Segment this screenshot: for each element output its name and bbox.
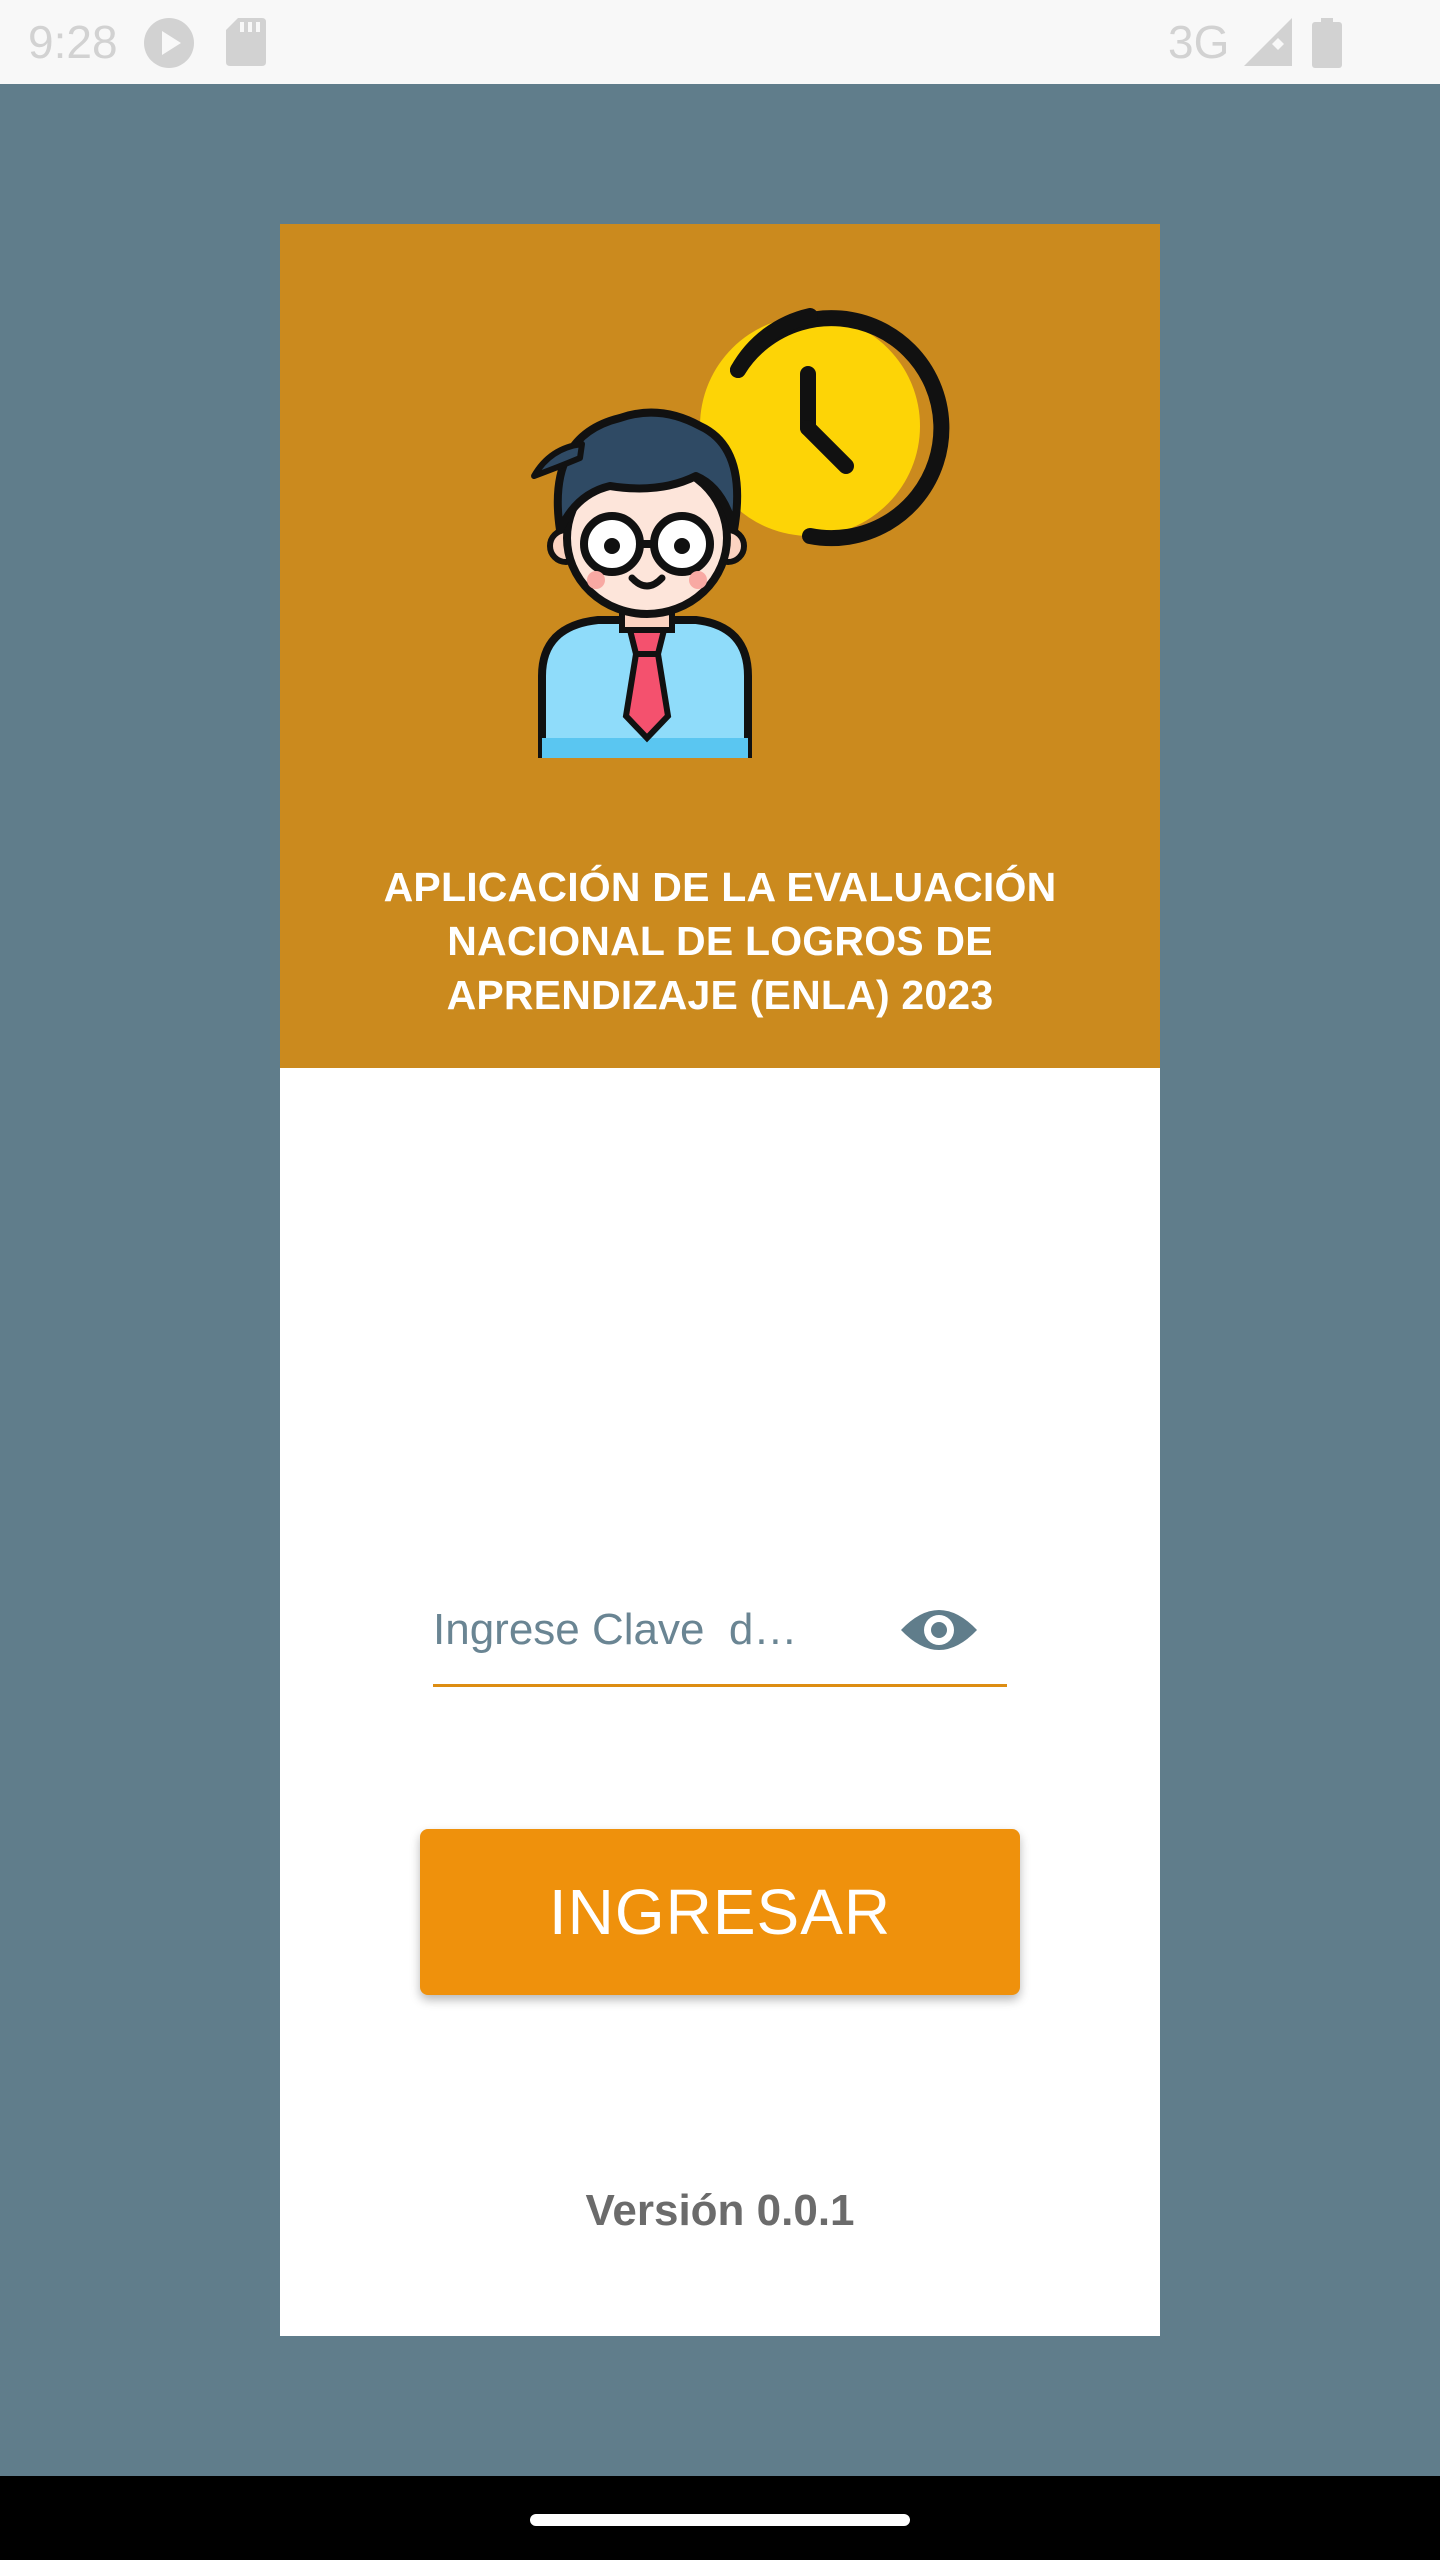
signal-icon <box>1244 18 1292 71</box>
version-label: Versión 0.0.1 <box>585 2186 855 2235</box>
password-input[interactable] <box>433 1590 853 1670</box>
app-title: APLICACIÓN DE LA EVALUACIÓN NACIONAL DE … <box>383 864 1057 1018</box>
status-bar: 9:28 3G <box>0 0 1440 84</box>
navigation-bar <box>0 2476 1440 2560</box>
login-button[interactable]: INGRESAR <box>420 1829 1020 1995</box>
card-header: APLICACIÓN DE LA EVALUACIÓN NACIONAL DE … <box>280 224 1160 1068</box>
home-handle[interactable] <box>530 2514 910 2526</box>
play-icon <box>140 18 198 73</box>
network-type: 3G <box>1168 16 1230 68</box>
eye-icon[interactable] <box>895 1590 983 1670</box>
login-card: APLICACIÓN DE LA EVALUACIÓN NACIONAL DE … <box>280 224 1160 2336</box>
sd-card-icon <box>226 18 266 71</box>
password-field <box>433 1576 1007 1687</box>
teacher-with-clock-icon <box>531 308 950 758</box>
battery-icon <box>1312 18 1342 73</box>
status-time: 9:28 <box>28 16 118 68</box>
